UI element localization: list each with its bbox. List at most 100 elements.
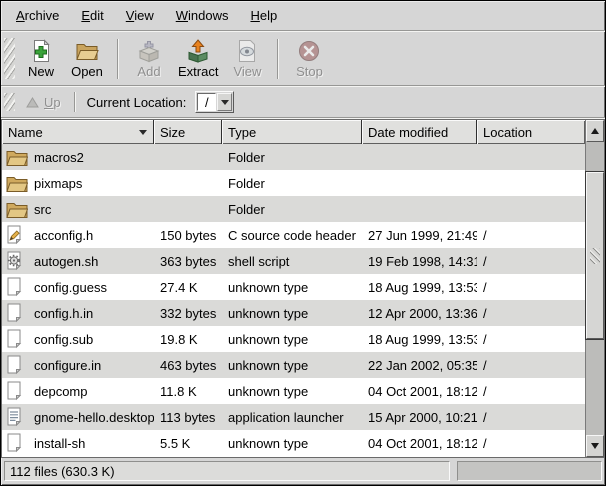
file-name: gnome-hello.desktop bbox=[34, 410, 154, 425]
locationbar-drag-handle[interactable] bbox=[4, 93, 15, 111]
location-combo-dropdown-button[interactable] bbox=[217, 93, 232, 111]
new-button[interactable]: New bbox=[18, 35, 64, 83]
file-name-cell: gnome-hello.desktop bbox=[2, 404, 154, 430]
file-date-modified bbox=[362, 144, 477, 170]
file-icon bbox=[6, 407, 34, 427]
menu-edit[interactable]: Edit bbox=[70, 3, 114, 28]
file-name: configure.in bbox=[34, 358, 101, 373]
column-header-name[interactable]: Name bbox=[2, 120, 154, 144]
file-type: unknown type bbox=[222, 430, 362, 456]
file-location bbox=[477, 170, 585, 196]
column-header-location[interactable]: Location bbox=[477, 120, 585, 144]
file-row[interactable]: acconfig.h150 bytesC source code header2… bbox=[2, 222, 585, 248]
file-date-modified: 18 Aug 1999, 13:53 bbox=[362, 274, 477, 300]
file-row[interactable]: configure.in463 bytesunknown type22 Jan … bbox=[2, 352, 585, 378]
vertical-scrollbar bbox=[585, 120, 604, 457]
toolbar-drag-handle[interactable] bbox=[4, 38, 15, 79]
file-row[interactable]: config.guess27.4 Kunknown type18 Aug 199… bbox=[2, 274, 585, 300]
file-row[interactable]: srcFolder bbox=[2, 196, 585, 222]
file-location: / bbox=[477, 430, 585, 456]
toolbar-separator-1 bbox=[117, 39, 119, 79]
file-type: Folder bbox=[222, 170, 362, 196]
toolbar: New Open Add Extract View Stop bbox=[1, 32, 605, 85]
file-name-cell: pixmaps bbox=[2, 170, 154, 196]
progress-panel bbox=[457, 461, 602, 481]
file-type: unknown type bbox=[222, 378, 362, 404]
file-row[interactable]: pixmaps Folder bbox=[2, 170, 585, 196]
archive-manager-window: Archive Edit View Windows Help New Open … bbox=[0, 0, 606, 486]
file-date-modified: 22 Jan 2002, 05:35 bbox=[362, 352, 477, 378]
add-package-icon bbox=[137, 39, 161, 63]
file-icon bbox=[6, 329, 34, 349]
file-list: Name Size Type Date modified Location ma… bbox=[1, 119, 605, 458]
up-button: Up bbox=[18, 92, 69, 113]
file-name: src bbox=[34, 202, 51, 217]
extract-button[interactable]: Extract bbox=[172, 35, 224, 83]
menu-view[interactable]: View bbox=[115, 3, 165, 28]
stop-button: Stop bbox=[286, 35, 332, 83]
file-name-cell: depcomp bbox=[2, 378, 154, 404]
file-type: unknown type bbox=[222, 274, 362, 300]
scroll-down-button[interactable] bbox=[586, 435, 604, 457]
file-size: 11.8 K bbox=[154, 378, 222, 404]
menu-help[interactable]: Help bbox=[239, 3, 288, 28]
file-icon bbox=[6, 277, 34, 297]
scroll-up-icon bbox=[591, 128, 599, 134]
file-date-modified bbox=[362, 170, 477, 196]
file-size: 150 bytes bbox=[154, 222, 222, 248]
file-name: autogen.sh bbox=[34, 254, 98, 269]
file-size bbox=[154, 170, 222, 196]
file-size: 27.4 K bbox=[154, 274, 222, 300]
file-name-cell: macros2 bbox=[2, 144, 154, 170]
toolbar-separator-2 bbox=[277, 39, 279, 79]
file-location: / bbox=[477, 300, 585, 326]
file-size: 463 bytes bbox=[154, 352, 222, 378]
file-date-modified: 27 Jun 1999, 21:49 bbox=[362, 222, 477, 248]
file-list-body: macros2Folderpixmaps FoldersrcFolderaccon… bbox=[2, 144, 585, 457]
column-header-type[interactable]: Type bbox=[222, 120, 362, 144]
scrollbar-thumb[interactable] bbox=[586, 172, 604, 339]
file-name: depcomp bbox=[34, 384, 87, 399]
file-row[interactable]: config.sub19.8 Kunknown type18 Aug 1999,… bbox=[2, 326, 585, 352]
file-row[interactable]: depcomp11.8 Kunknown type04 Oct 2001, 18… bbox=[2, 378, 585, 404]
file-row[interactable]: install-sh5.5 Kunknown type04 Oct 2001, … bbox=[2, 430, 585, 456]
location-combo: / bbox=[195, 91, 234, 113]
file-date-modified: 19 Feb 1998, 14:31 bbox=[362, 248, 477, 274]
file-location: / bbox=[477, 248, 585, 274]
extract-button-label: Extract bbox=[178, 64, 218, 79]
locationbar-separator bbox=[74, 92, 76, 112]
stop-button-label: Stop bbox=[296, 64, 323, 79]
file-icon bbox=[6, 355, 34, 375]
file-location: / bbox=[477, 222, 585, 248]
file-date-modified: 15 Apr 2000, 10:21 bbox=[362, 404, 477, 430]
add-button-label: Add bbox=[137, 64, 160, 79]
stop-icon bbox=[297, 39, 321, 63]
open-button[interactable]: Open bbox=[64, 35, 110, 83]
add-button: Add bbox=[126, 35, 172, 83]
menu-windows[interactable]: Windows bbox=[165, 3, 240, 28]
scroll-up-button[interactable] bbox=[586, 120, 604, 142]
statusbar: 112 files (630.3 K) bbox=[1, 458, 605, 485]
file-icon bbox=[6, 225, 34, 245]
file-location bbox=[477, 196, 585, 222]
new-button-label: New bbox=[28, 64, 54, 79]
file-type: shell script bbox=[222, 248, 362, 274]
scrollbar-trough[interactable] bbox=[586, 142, 604, 435]
column-header-size[interactable]: Size bbox=[154, 120, 222, 144]
file-name-cell: autogen.sh bbox=[2, 248, 154, 274]
file-name-cell: config.sub bbox=[2, 326, 154, 352]
file-name-cell: acconfig.h bbox=[2, 222, 154, 248]
file-row[interactable]: macros2Folder bbox=[2, 144, 585, 170]
file-type: unknown type bbox=[222, 326, 362, 352]
file-name: macros2 bbox=[34, 150, 84, 165]
scroll-down-icon bbox=[591, 443, 599, 449]
location-bar: Up Current Location: / bbox=[1, 87, 605, 117]
menu-archive[interactable]: Archive bbox=[5, 3, 70, 28]
file-icon bbox=[6, 251, 34, 271]
location-combo-value[interactable]: / bbox=[197, 93, 216, 111]
file-row[interactable]: gnome-hello.desktop113 bytesapplication … bbox=[2, 404, 585, 430]
column-header-date-modified[interactable]: Date modified bbox=[362, 120, 477, 144]
file-location: / bbox=[477, 274, 585, 300]
file-row[interactable]: config.h.in332 bytesunknown type12 Apr 2… bbox=[2, 300, 585, 326]
file-row[interactable]: autogen.sh363 bytesshell script19 Feb 19… bbox=[2, 248, 585, 274]
